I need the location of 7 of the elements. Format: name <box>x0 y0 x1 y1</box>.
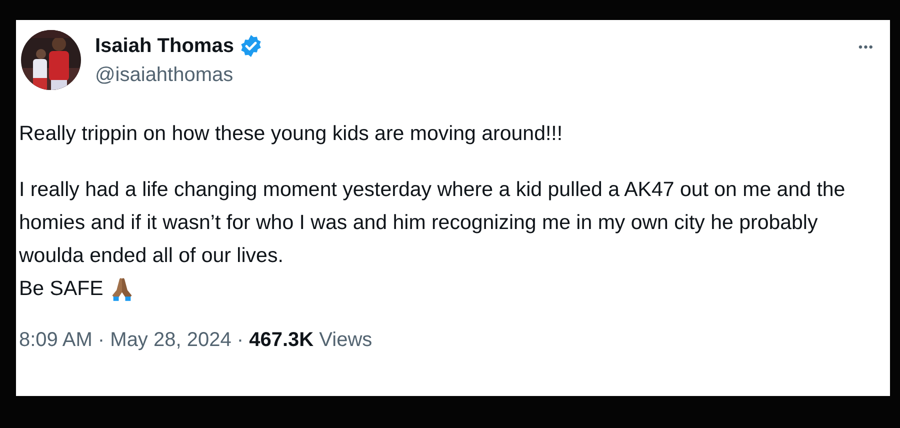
author-name[interactable]: Isaiah Thomas <box>95 34 234 58</box>
tweet-text: Really trippin on how these young kids are moving around!!! <box>19 121 564 147</box>
author-handle[interactable]: @isaiahthomas <box>95 64 263 87</box>
tweet-text: I really had a life changing moment yesterday where a kid pulled a AK47 out on me and the homies and if it wasn’t for who I was and him recognizing me in my own city he probably woulda ended all of our lives. <box>19 177 846 269</box>
more-button[interactable]: ••• <box>856 40 876 54</box>
tweet-meta: 8:09 AM · May 28, 2024 · 467.3K Views <box>19 329 374 352</box>
tweet-text: Be SAFE <box>19 276 104 302</box>
